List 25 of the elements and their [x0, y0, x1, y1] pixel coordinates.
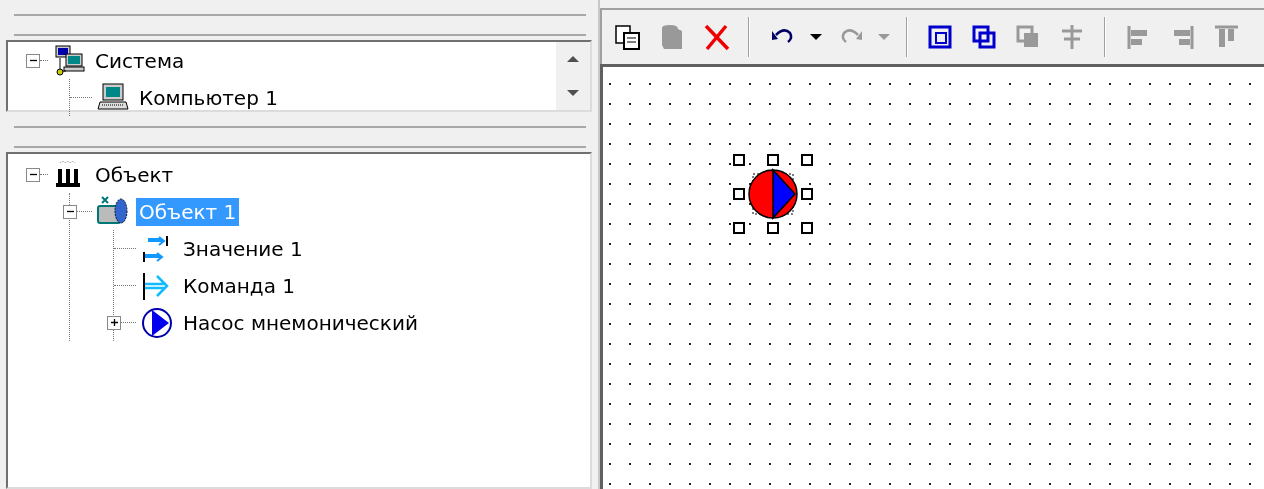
ungroup-icon [970, 23, 998, 51]
panel-grip[interactable] [14, 126, 586, 148]
plus-icon [109, 318, 119, 327]
collapse-button[interactable] [26, 53, 40, 68]
delete-icon [702, 23, 730, 51]
collapse-button[interactable] [26, 167, 40, 182]
tree-item[interactable]: Значение 1 [180, 234, 306, 263]
tree-item[interactable]: Команда 1 [180, 271, 299, 300]
group-icon [926, 23, 954, 51]
tree-item[interactable]: Система [92, 46, 188, 75]
caret-icon [810, 34, 822, 40]
tree-item[interactable]: Насос мнемонический [180, 308, 421, 337]
tree-item[interactable]: Объект [92, 160, 177, 189]
copy-icon [614, 23, 642, 51]
panel-grip[interactable] [14, 14, 586, 36]
collapse-button[interactable] [63, 204, 77, 219]
expand-button[interactable] [107, 315, 121, 330]
caret-icon [878, 34, 890, 40]
design-canvas[interactable] [600, 64, 1264, 489]
selected-pump-drawing[interactable] [733, 154, 813, 234]
network-icon [52, 44, 86, 77]
pump-icon [140, 306, 174, 339]
scroll-down-button[interactable] [566, 88, 580, 98]
scroll-up-button[interactable] [566, 54, 580, 64]
tree-item[interactable]: Компьютер 1 [136, 83, 281, 112]
